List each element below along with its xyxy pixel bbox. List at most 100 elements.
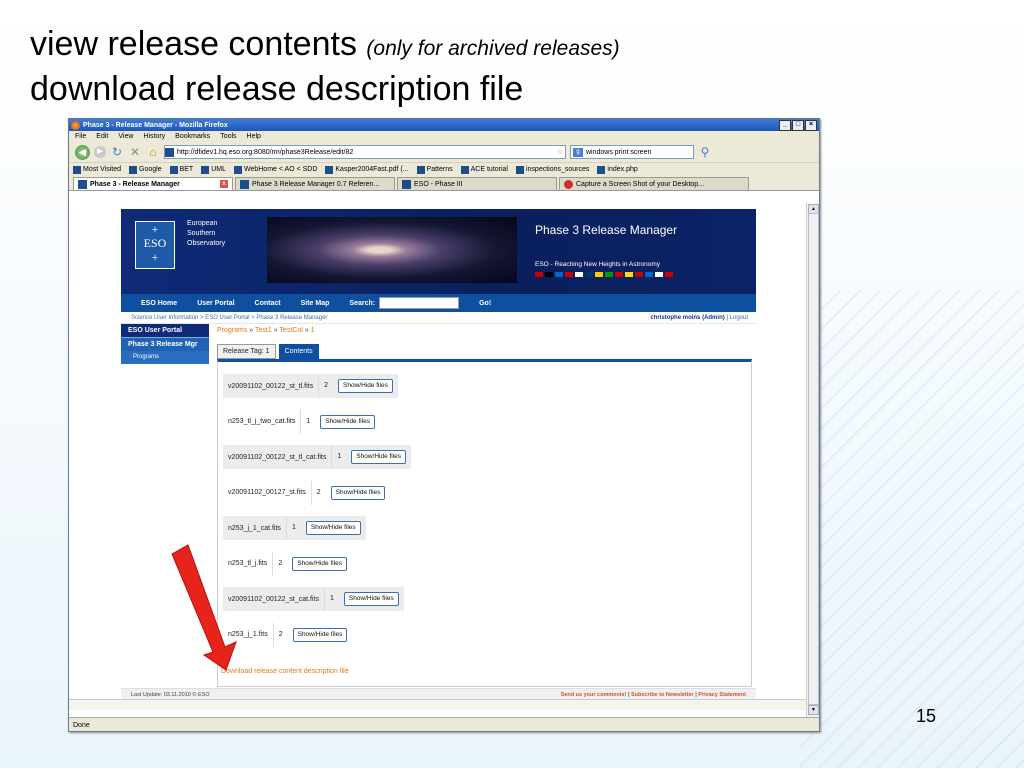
show-hide-files-button[interactable]: Show/Hide files — [338, 379, 393, 393]
menu-bookmarks[interactable]: Bookmarks — [175, 133, 210, 140]
scroll-thumb[interactable] — [808, 213, 819, 705]
contents-panel: v20091102_00122_st_tl.fits 2 Show/Hide f… — [217, 359, 752, 687]
file-count: 2 — [272, 551, 287, 576]
menu-edit[interactable]: Edit — [96, 133, 108, 140]
footer-privacy-link[interactable]: Privacy Statement — [698, 692, 746, 698]
bookmark-item[interactable]: Google — [129, 165, 162, 174]
nav-contact[interactable]: Contact — [255, 300, 281, 307]
bookmark-item[interactable]: UML — [201, 165, 226, 174]
search-icon[interactable]: ⚲ — [698, 145, 712, 159]
crumb-programs[interactable]: Programs — [217, 327, 247, 334]
breadcrumb: Science User Information > ESO User Port… — [121, 312, 756, 324]
footer-comments-link[interactable]: Send us your comments! — [561, 692, 627, 698]
menu-view[interactable]: View — [118, 133, 133, 140]
file-row: n253_tl_j.fits 2 Show/Hide files — [223, 551, 352, 576]
bookmark-item[interactable]: Most Visited — [73, 165, 121, 174]
program-breadcrumb: Programs » Test1 » TestCol » 1 — [217, 327, 315, 334]
menu-history[interactable]: History — [143, 133, 165, 140]
footer-newsletter-link[interactable]: Subscribe to Newsletter — [631, 692, 694, 698]
search-go-button[interactable]: Go! — [479, 300, 491, 307]
tab-contents[interactable]: Contents — [278, 344, 319, 359]
browser-tab[interactable]: Phase 3 Release Manager 0.7 Referen... — [235, 177, 395, 190]
bookmark-item[interactable]: WebHome < AO < SDD — [233, 165, 317, 174]
home-icon[interactable]: ⌂ — [146, 145, 160, 159]
file-count: 2 — [318, 374, 333, 398]
language-flags[interactable] — [535, 272, 673, 277]
crumb-release[interactable]: 1 — [311, 327, 315, 334]
tab-close-icon[interactable]: x — [220, 180, 228, 188]
vertical-scrollbar[interactable]: ▲ ▼ — [806, 203, 819, 717]
bookmark-item[interactable]: Kasper2004Fast.pdf (... — [325, 165, 409, 174]
title-line1: view release contents — [30, 25, 357, 63]
crumb-test1[interactable]: Test1 — [255, 327, 272, 334]
nav-user-portal[interactable]: User Portal — [197, 300, 234, 307]
star-icon[interactable]: ☆ — [557, 148, 563, 156]
bookmark-item[interactable]: inspections_sources — [515, 165, 589, 174]
bookmark-item[interactable]: ACE tutorial — [460, 165, 508, 174]
download-description-link[interactable]: Download release content description fil… — [221, 668, 349, 675]
app-title: Phase 3 Release Manager — [535, 223, 678, 237]
eso-logo[interactable]: + ESO + — [135, 221, 175, 269]
tagline: ESO - Reaching New Heights in Astronomy — [535, 261, 660, 268]
file-count: 2 — [310, 480, 326, 505]
file-name: n253_j_1_cat.fits — [228, 524, 281, 532]
show-hide-files-button[interactable]: Show/Hide files — [330, 485, 386, 500]
stop-icon[interactable]: ✕ — [128, 145, 142, 159]
show-hide-files-button[interactable]: Show/Hide files — [292, 627, 348, 642]
side-item-programs[interactable]: Programs — [121, 351, 209, 364]
side-item-user-portal[interactable]: ESO User Portal — [121, 324, 209, 337]
slide-number: 15 — [916, 706, 937, 726]
top-navigation: ESO Home User Portal Contact Site Map Se… — [121, 294, 756, 312]
show-hide-files-button[interactable]: Show/Hide files — [305, 521, 361, 535]
page-content: + ESO + European Southern Observatory Phas… — [69, 203, 806, 699]
show-hide-files-button[interactable]: Show/Hide files — [351, 450, 407, 464]
breadcrumb-links[interactable]: Science User Information > ESO User Port… — [131, 315, 327, 321]
file-row: n253_j_1_cat.fits 1 Show/Hide files — [223, 516, 366, 540]
minimize-button[interactable]: _ — [779, 119, 791, 131]
file-row: v20091102_00127_st.fits 2 Show/Hide file… — [223, 480, 390, 505]
reload-icon[interactable]: ↻ — [110, 145, 124, 159]
browser-tab-active[interactable]: Phase 3 - Release Manager x — [73, 177, 233, 190]
status-bar: Done — [69, 717, 819, 731]
site-header: + ESO + European Southern Observatory Phas… — [121, 209, 756, 294]
scroll-down-arrow[interactable]: ▼ — [808, 705, 819, 715]
crumb-testcol[interactable]: TestCol — [279, 327, 302, 334]
release-tabs: Release Tag: 1 Contents — [217, 344, 752, 359]
bookmark-item[interactable]: Patterns — [416, 165, 453, 174]
menu-help[interactable]: Help — [247, 133, 261, 140]
search-bar[interactable]: g windows print screen — [570, 145, 694, 159]
url-text: http://dfidev1.hq.eso.org:8080/rm/phase3… — [177, 148, 354, 156]
logout-link[interactable]: Logout — [730, 315, 748, 321]
org-name: European Southern Observatory — [187, 220, 226, 247]
forward-icon[interactable]: ▶ — [94, 146, 106, 158]
google-icon[interactable]: g — [573, 147, 583, 157]
file-count: 2 — [272, 622, 288, 647]
search-text: windows print screen — [586, 148, 652, 156]
file-name: v20091102_00122_st_tl.fits — [228, 382, 314, 390]
show-hide-files-button[interactable]: Show/Hide files — [343, 592, 399, 606]
browser-tab[interactable]: Capture a Screen Shot of your Desktop... — [559, 177, 749, 190]
tab-release-tag[interactable]: Release Tag: 1 — [217, 344, 276, 359]
browser-tab[interactable]: ESO - Phase III — [397, 177, 557, 190]
bookmark-item[interactable]: BET — [169, 165, 193, 174]
nav-eso-home[interactable]: ESO Home — [141, 300, 177, 307]
nav-site-map[interactable]: Site Map — [301, 300, 330, 307]
show-hide-files-button[interactable]: Show/Hide files — [320, 414, 376, 429]
show-hide-files-button[interactable]: Show/Hide files — [292, 556, 348, 571]
maximize-button[interactable]: □ — [792, 119, 804, 131]
file-count: 1 — [331, 445, 346, 469]
side-item-release-manager[interactable]: Phase 3 Release Mgr — [121, 337, 209, 351]
close-button[interactable]: × — [805, 119, 817, 131]
side-menu: ESO User Portal Phase 3 Release Mgr Prog… — [121, 324, 209, 364]
menu-tools[interactable]: Tools — [220, 133, 236, 140]
file-count: 1 — [323, 587, 339, 611]
back-icon[interactable]: ◀ — [75, 144, 90, 160]
bookmark-item[interactable]: index.php — [597, 165, 638, 174]
navigation-toolbar: ◀ ▶ ↻ ✕ ⌂ http://dfidev1.hq.eso.org:8080… — [69, 142, 819, 162]
file-row: v20091102_00122_st_cat.fits 1 Show/Hide … — [223, 587, 404, 611]
horizontal-scrollbar[interactable] — [69, 699, 806, 710]
file-row: v20091102_00122_st_tl_cat.fits 1 Show/Hi… — [223, 445, 412, 469]
site-search-input[interactable] — [379, 297, 460, 309]
menu-file[interactable]: File — [75, 133, 86, 140]
address-bar[interactable]: http://dfidev1.hq.eso.org:8080/rm/phase3… — [164, 145, 566, 159]
